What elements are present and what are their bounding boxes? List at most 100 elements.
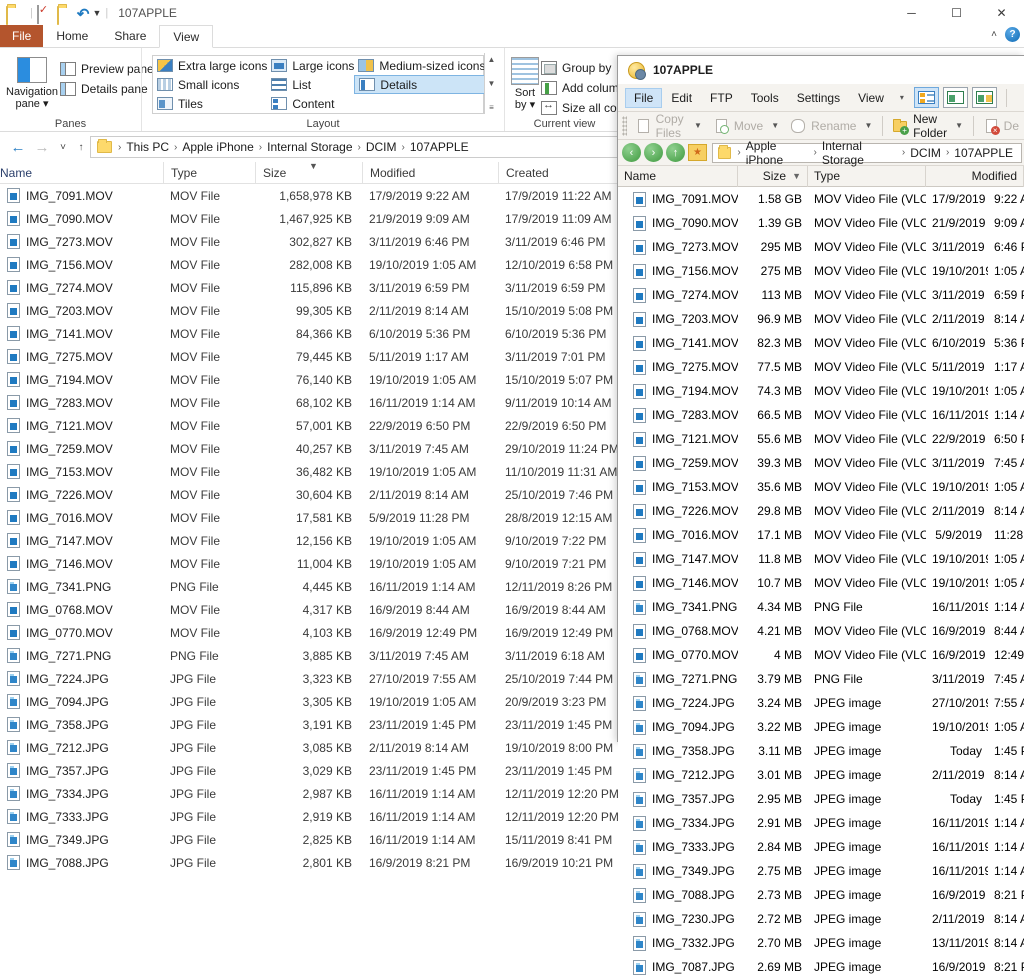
layout-tiles[interactable]: Tiles	[153, 94, 267, 113]
breadcrumb-internal-storage[interactable]: Internal Storage	[264, 140, 355, 154]
layout-small-icons[interactable]: Small icons	[153, 75, 267, 94]
table-row[interactable]: IMG_7332.JPG 2.70 MB JPEG image 13/11/2019 8…	[618, 931, 1024, 955]
scroll-up-icon[interactable]: ▲	[488, 55, 496, 64]
layout-extra-large-icons[interactable]: Extra large icons	[153, 56, 267, 75]
list-view-button[interactable]	[942, 87, 968, 108]
breadcrumb-dcim[interactable]: DCIM	[363, 140, 400, 154]
ftp-column-header-size[interactable]: Size ▼	[738, 165, 808, 187]
ftp-column-header-type[interactable]: Type	[808, 165, 926, 187]
ftp-forward-button[interactable]: ›	[644, 143, 663, 162]
table-row[interactable]: IMG_7203.MOV 96.9 MB MOV Video File (VLC) 2…	[618, 307, 1024, 331]
move-button[interactable]: Move	[708, 116, 768, 136]
layout-list[interactable]: List	[267, 75, 354, 94]
new-folder-caret-icon[interactable]: ▼	[955, 121, 963, 130]
table-row[interactable]: IMG_7357.JPG 2.95 MB JPEG image Today 1:45 P…	[618, 787, 1024, 811]
table-row[interactable]: IMG_7259.MOV 39.3 MB MOV Video File (VLC) 3…	[618, 451, 1024, 475]
tiles-view-button[interactable]	[971, 87, 997, 108]
table-row[interactable]: IMG_7212.JPG 3.01 MB JPEG image 2/11/2019 8:…	[618, 763, 1024, 787]
menu-settings[interactable]: Settings	[788, 88, 849, 108]
table-row[interactable]: IMG_7349.JPG 2.75 MB JPEG image 16/11/2019 1…	[618, 859, 1024, 883]
ftp-favorites-icon[interactable]: ★	[688, 144, 707, 161]
layout-gallery-scrollbar[interactable]: ▲ ▼ ≡	[484, 53, 498, 114]
ftp-column-header-modified[interactable]: Modified	[926, 165, 1024, 187]
table-row[interactable]: IMG_7090.MOV 1.39 GB MOV Video File (VLC) 2…	[618, 211, 1024, 235]
customize-caret-icon[interactable]: ▼	[92, 8, 101, 18]
menu-tools[interactable]: Tools	[742, 88, 788, 108]
close-button[interactable]: ✕	[979, 0, 1024, 25]
column-header-type[interactable]: Type	[163, 161, 255, 184]
maximize-button[interactable]: ☐	[934, 0, 979, 25]
table-row[interactable]: IMG_0768.MOV 4.21 MB MOV Video File (VLC) 1…	[618, 619, 1024, 643]
view-menu-label[interactable]: View	[849, 88, 893, 108]
rename-caret-icon[interactable]: ▼	[864, 121, 872, 130]
table-row[interactable]: IMG_7283.MOV 66.5 MB MOV Video File (VLC) 1…	[618, 403, 1024, 427]
layout-large-icons[interactable]: Large icons	[267, 56, 354, 75]
ftp-column-header-name[interactable]: Name	[618, 165, 738, 187]
table-row[interactable]: IMG_7091.MOV 1.58 GB MOV Video File (VLC) 1…	[618, 187, 1024, 211]
ftp-up-button[interactable]: ↑	[666, 143, 685, 162]
new-folder-button[interactable]: + New Folder	[887, 110, 952, 142]
table-row[interactable]: IMG_7016.MOV 17.1 MB MOV Video File (VLC) 5…	[618, 523, 1024, 547]
toolbar-grip-icon[interactable]	[622, 115, 627, 136]
table-row[interactable]: IMG_7333.JPG 2.84 MB JPEG image 16/11/2019 1…	[618, 835, 1024, 859]
ftp-breadcrumb-apple-iphone[interactable]: Apple iPhone	[743, 139, 812, 167]
folder-icon[interactable]	[6, 5, 22, 25]
back-button[interactable]: ←	[6, 139, 30, 156]
menu-edit[interactable]: Edit	[662, 88, 701, 108]
menu-ftp[interactable]: FTP	[701, 88, 742, 108]
table-row[interactable]: IMG_7275.MOV 77.5 MB MOV Video File (VLC) 5…	[618, 355, 1024, 379]
ftp-back-button[interactable]: ‹	[622, 143, 641, 162]
table-row[interactable]: IMG_7094.JPG 3.22 MB JPEG image 19/10/2019 1…	[618, 715, 1024, 739]
move-caret-icon[interactable]: ▼	[771, 121, 779, 130]
table-row[interactable]: IMG_7226.MOV 29.8 MB MOV Video File (VLC) 2…	[618, 499, 1024, 523]
table-row[interactable]: IMG_7358.JPG 3.11 MB JPEG image Today 1:45 P…	[618, 739, 1024, 763]
undo-icon[interactable]: ↶	[77, 5, 90, 23]
delete-button[interactable]: × De	[978, 116, 1024, 136]
recent-locations-icon[interactable]: ˅	[54, 142, 72, 153]
tab-file[interactable]: File	[0, 25, 44, 47]
ftp-breadcrumb-dcim[interactable]: DCIM	[907, 146, 944, 160]
table-row[interactable]: IMG_7087.JPG 2.69 MB JPEG image 16/9/2019 8:…	[618, 955, 1024, 979]
table-row[interactable]: IMG_7141.MOV 82.3 MB MOV Video File (VLC) 6…	[618, 331, 1024, 355]
new-folder-icon[interactable]	[56, 5, 73, 25]
layout-content[interactable]: Content	[267, 94, 354, 113]
scroll-down-icon[interactable]: ▼	[488, 79, 496, 88]
column-header-modified[interactable]: Modified	[362, 161, 498, 184]
forward-button[interactable]: →	[30, 139, 54, 156]
navigation-pane-button[interactable]: Navigation pane ▾	[6, 53, 58, 110]
column-header-size[interactable]: Size ▼	[255, 161, 362, 184]
ftp-breadcrumb-107apple[interactable]: 107APPLE	[951, 146, 1016, 160]
table-row[interactable]: IMG_0770.MOV 4 MB MOV Video File (VLC) 16/9…	[618, 643, 1024, 667]
table-row[interactable]: IMG_7194.MOV 74.3 MB MOV Video File (VLC) 1…	[618, 379, 1024, 403]
view-caret-icon[interactable]: ▾	[900, 93, 904, 102]
layout-medium-icons[interactable]: Medium-sized icons	[354, 56, 485, 75]
copy-files-caret-icon[interactable]: ▼	[694, 121, 702, 130]
table-row[interactable]: IMG_7224.JPG 3.24 MB JPEG image 27/10/2019 7…	[618, 691, 1024, 715]
table-row[interactable]: IMG_7088.JPG 2.73 MB JPEG image 16/9/2019 8:…	[618, 883, 1024, 907]
tab-home[interactable]: Home	[43, 25, 101, 47]
breadcrumb-this-pc[interactable]: This PC	[123, 140, 172, 154]
copy-files-button[interactable]: Copy Files	[630, 110, 691, 142]
table-row[interactable]: IMG_7334.JPG 2.91 MB JPEG image 16/11/2019 1…	[618, 811, 1024, 835]
collapse-ribbon-icon[interactable]: ˄	[991, 29, 997, 40]
table-row[interactable]: IMG_7271.PNG 3.79 MB PNG File 3/11/2019 7:45…	[618, 667, 1024, 691]
sort-by-button[interactable]: Sort by ▾	[511, 53, 539, 118]
menu-file[interactable]: File	[625, 87, 663, 108]
tab-view[interactable]: View	[159, 25, 214, 48]
properties-checkbox-icon[interactable]	[36, 4, 53, 24]
up-button[interactable]: ↑	[72, 142, 90, 153]
table-row[interactable]: IMG_7156.MOV 275 MB MOV Video File (VLC) 19…	[618, 259, 1024, 283]
breadcrumb-apple-iphone[interactable]: Apple iPhone	[179, 140, 256, 154]
table-row[interactable]: IMG_7153.MOV 35.6 MB MOV Video File (VLC) 1…	[618, 475, 1024, 499]
table-row[interactable]: IMG_7146.MOV 10.7 MB MOV Video File (VLC) 1…	[618, 571, 1024, 595]
minimize-button[interactable]: ─	[889, 0, 934, 25]
breadcrumb-107apple[interactable]: 107APPLE	[407, 140, 472, 154]
ftp-breadcrumb[interactable]: › Apple iPhone › Internal Storage › DCIM…	[712, 139, 1022, 167]
table-row[interactable]: IMG_7121.MOV 55.6 MB MOV Video File (VLC) 2…	[618, 427, 1024, 451]
folder-menu[interactable]: Folde	[1016, 88, 1024, 108]
rename-button[interactable]: Rename	[785, 116, 861, 136]
table-row[interactable]: IMG_7273.MOV 295 MB MOV Video File (VLC) 3/…	[618, 235, 1024, 259]
scroll-more-icon[interactable]: ≡	[489, 103, 494, 112]
layout-details[interactable]: Details	[354, 75, 486, 94]
details-view-button[interactable]	[913, 87, 939, 108]
